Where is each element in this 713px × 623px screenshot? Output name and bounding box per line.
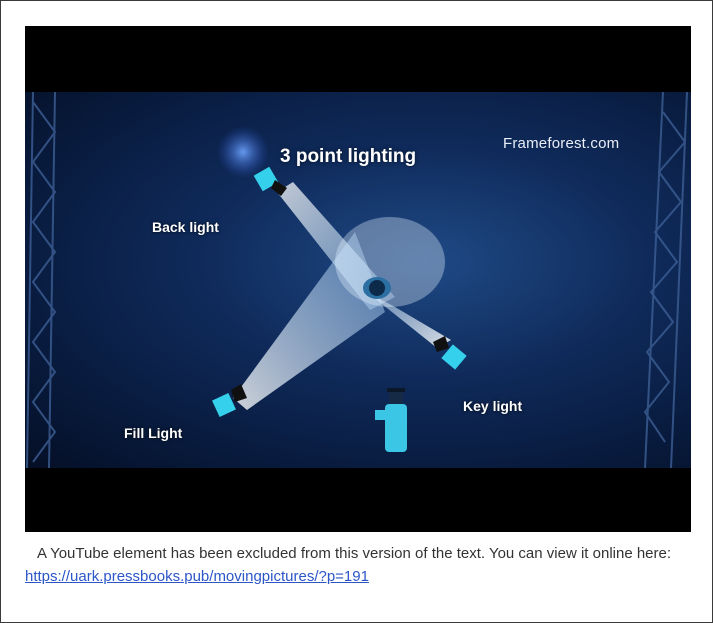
video-frame[interactable]: 3 point lighting Frameforest.com Back li…: [25, 92, 691, 468]
video-title: 3 point lighting: [280, 146, 417, 167]
truss-right: [643, 92, 688, 468]
video-player[interactable]: 3 point lighting Frameforest.com Back li…: [25, 26, 691, 532]
key-light-label: Key light: [463, 398, 523, 414]
key-light-fixture: [433, 336, 467, 370]
camera-figure: [375, 388, 407, 452]
video-link[interactable]: https://uark.pressbooks.pub/movingpictur…: [25, 568, 369, 585]
truss-left: [26, 92, 57, 468]
embed-notice-text: A YouTube element has been excluded from…: [37, 545, 672, 562]
brand-watermark: Frameforest.com: [503, 135, 620, 152]
embed-notice: A YouTube element has been excluded from…: [25, 542, 695, 588]
fill-light-label: Fill Light: [124, 425, 183, 441]
subject-figure: [363, 277, 391, 299]
back-light-glow: [217, 126, 269, 178]
back-light-label: Back light: [152, 219, 219, 235]
content-card: 3 point lighting Frameforest.com Back li…: [0, 0, 713, 623]
